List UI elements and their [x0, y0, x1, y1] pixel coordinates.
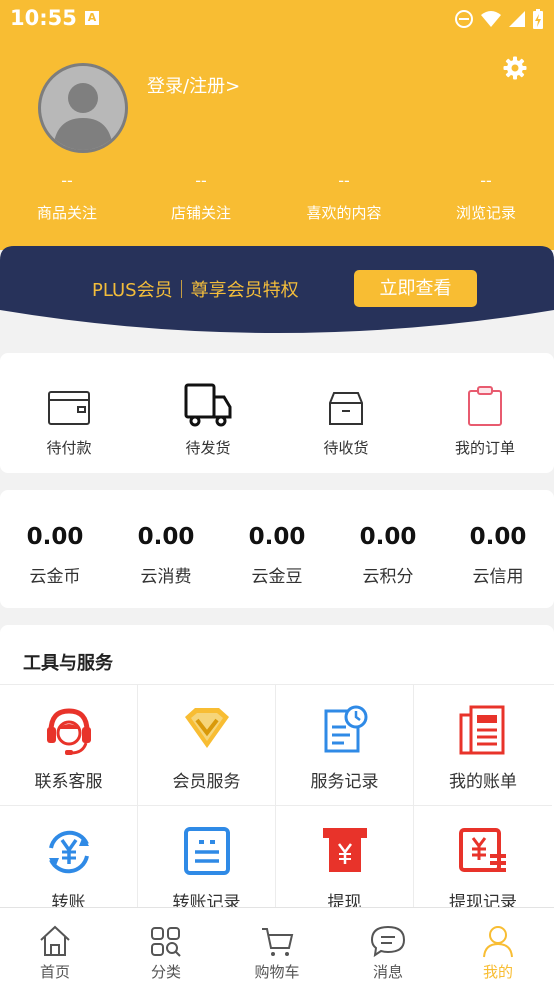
asset-label: 云金豆 — [251, 567, 303, 587]
tab-label: 首页 — [39, 963, 70, 981]
stat-value: -- — [480, 171, 492, 190]
clipboard-icon — [468, 386, 502, 426]
asset-label: 云信用 — [472, 567, 524, 587]
home-icon — [40, 925, 70, 956]
asset-value: 0.00 — [469, 524, 527, 550]
orders-card: 待付款 待发货 待收货 我的订单 — [0, 353, 554, 473]
stat-label: 商品关注 — [36, 204, 97, 222]
tab-label: 分类 — [150, 963, 181, 981]
default-avatar-icon — [53, 83, 113, 150]
document-clock-icon — [324, 705, 367, 753]
headset-icon — [46, 708, 91, 755]
user-icon — [483, 926, 513, 958]
order-pending-receipt[interactable]: 待收货 — [277, 379, 415, 458]
tab-label: 消息 — [372, 963, 403, 981]
login-register-link[interactable]: 登录/注册> — [147, 72, 240, 98]
asset-yun-xinyong[interactable]: 0.00 云信用 — [443, 524, 553, 587]
truck-icon — [184, 383, 232, 427]
tools-card: 工具与服务 联系客服 会员服务 服务记录 我的账单 转账 转账记录 提现 提现记… — [0, 625, 554, 927]
notification-icon: A — [85, 11, 99, 25]
tab-label: 购物车 — [254, 963, 300, 981]
asset-value: 0.00 — [359, 524, 417, 550]
asset-yun-jinbi[interactable]: 0.00 云金币 — [0, 524, 110, 587]
tool-contact-service[interactable]: 联系客服 — [0, 685, 138, 806]
asset-label: 云金币 — [29, 567, 81, 587]
tools-title: 工具与服务 — [23, 653, 113, 674]
vip-diamond-icon — [184, 708, 229, 748]
bill-icon — [459, 705, 505, 755]
status-time: 10:55 — [10, 6, 77, 30]
order-label: 待发货 — [185, 439, 231, 457]
battery-icon — [533, 9, 543, 29]
tab-label: 我的 — [482, 963, 513, 981]
tab-messages[interactable]: 消息 — [333, 908, 443, 982]
tab-cart[interactable]: 购物车 — [222, 908, 332, 982]
cart-icon — [262, 928, 294, 956]
asset-yun-jindou[interactable]: 0.00 云金豆 — [222, 524, 332, 587]
transfer-record-icon — [183, 827, 230, 875]
assets-card: 0.00 云金币 0.00 云消费 0.00 云金豆 0.00 云积分 0.00… — [0, 490, 554, 608]
box-icon — [329, 392, 363, 425]
stat-value: -- — [195, 171, 207, 190]
do-not-disturb-icon — [455, 10, 473, 28]
tool-label: 我的账单 — [449, 772, 517, 792]
wallet-icon — [48, 391, 90, 425]
asset-yun-jifen[interactable]: 0.00 云积分 — [333, 524, 443, 587]
stat-label: 浏览记录 — [455, 204, 516, 222]
tab-category[interactable]: 分类 — [111, 908, 221, 982]
asset-yun-xiaofei[interactable]: 0.00 云消费 — [111, 524, 221, 587]
settings-gear-icon[interactable] — [503, 56, 527, 80]
order-label: 待收货 — [323, 439, 369, 457]
stat-product-follow[interactable]: -- 商品关注 — [0, 170, 137, 223]
asset-value: 0.00 — [137, 524, 195, 550]
plus-member-banner[interactable]: PLUS会员｜尊享会员特权 立即查看 — [0, 246, 554, 341]
stat-shop-follow[interactable]: -- 店铺关注 — [131, 170, 271, 223]
tab-mine[interactable]: 我的 — [443, 908, 553, 982]
asset-value: 0.00 — [248, 524, 306, 550]
order-label: 待付款 — [46, 439, 92, 457]
withdraw-record-icon — [459, 828, 506, 872]
withdraw-icon — [322, 828, 367, 872]
avatar[interactable] — [38, 63, 128, 153]
category-icon — [151, 927, 181, 957]
signal-icon — [509, 11, 525, 27]
tool-my-bill[interactable]: 我的账单 — [414, 685, 552, 806]
tool-member-service[interactable]: 会员服务 — [138, 685, 276, 806]
stat-liked-content[interactable]: -- 喜欢的内容 — [274, 170, 414, 223]
tool-service-record[interactable]: 服务记录 — [276, 685, 414, 806]
stat-label: 店铺关注 — [170, 204, 231, 222]
tool-label: 服务记录 — [310, 772, 379, 792]
order-pending-shipment[interactable]: 待发货 — [139, 379, 277, 458]
stat-label: 喜欢的内容 — [306, 204, 382, 222]
stat-browse-history[interactable]: -- 浏览记录 — [416, 170, 554, 223]
transfer-yen-icon — [48, 830, 89, 874]
plus-banner-text: PLUS会员｜尊享会员特权 — [92, 280, 299, 301]
order-pending-payment[interactable]: 待付款 — [0, 379, 138, 458]
tab-home[interactable]: 首页 — [0, 908, 110, 982]
order-label: 我的订单 — [454, 439, 515, 457]
profile-stats: -- 商品关注 -- 店铺关注 -- 喜欢的内容 -- 浏览记录 — [0, 170, 554, 230]
asset-value: 0.00 — [26, 524, 84, 550]
asset-label: 云消费 — [140, 567, 192, 587]
stat-value: -- — [338, 171, 350, 190]
bottom-tab-bar: 首页 分类 购物车 消息 我的 — [0, 907, 554, 985]
plus-view-now-button[interactable]: 立即查看 — [354, 270, 477, 307]
status-bar: 10:55 A — [0, 0, 554, 38]
order-my-orders[interactable]: 我的订单 — [416, 379, 554, 458]
wifi-icon — [481, 11, 501, 27]
message-icon — [370, 925, 406, 958]
tool-label: 会员服务 — [172, 772, 241, 792]
stat-value: -- — [61, 171, 73, 190]
tool-label: 联系客服 — [34, 772, 103, 792]
asset-label: 云积分 — [362, 567, 414, 587]
profile-header: 登录/注册> -- 商品关注 -- 店铺关注 -- 喜欢的内容 -- 浏览记录 — [0, 38, 554, 250]
